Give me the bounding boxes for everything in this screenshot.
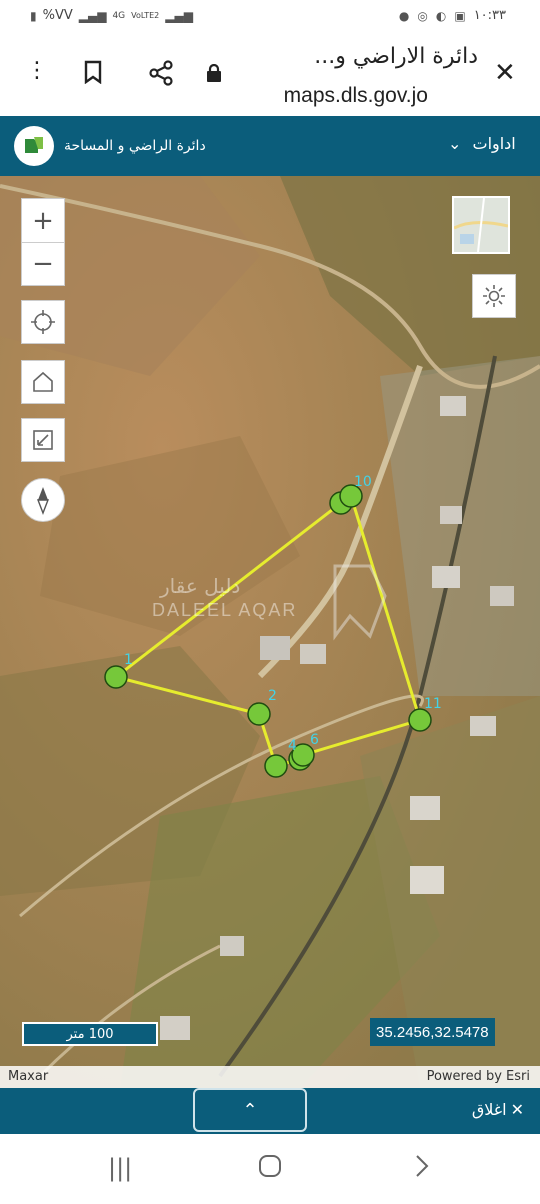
attribution-powered-by[interactable]: Powered by Esri <box>427 1069 530 1084</box>
zoom-in-button[interactable]: + <box>21 198 65 242</box>
department-name: دائرة الراضي و المساحة <box>64 138 206 154</box>
daylight-button[interactable] <box>472 274 516 318</box>
measure-icon <box>33 430 53 450</box>
notification-icon: ◎ <box>417 8 428 23</box>
measure-button[interactable] <box>21 418 65 462</box>
home-icon <box>33 371 53 392</box>
satellite-imagery <box>0 176 540 1088</box>
point-label-4: 4 <box>288 738 297 754</box>
recent-apps-icon[interactable]: ||| <box>108 1154 132 1182</box>
close-panel-label: اغلاق <box>471 1100 507 1119</box>
status-left: ▮ %VV ▂▄▆ 4G VoLTE2 ▂▄▆ <box>30 8 193 23</box>
watermark-latin: DALEEL AQAR <box>152 600 298 620</box>
home-nav-icon[interactable] <box>258 1154 282 1184</box>
clock: ١٠:٣٣ <box>473 8 506 23</box>
bottom-panel-bar: ⌃ ✕ اغلاق <box>0 1088 540 1134</box>
coordinates-text: 35.2456,32.5478 <box>376 1023 489 1041</box>
status-right: ● ◎ ◐ ▣ ١٠:٣٣ <box>399 8 506 23</box>
close-tab-icon[interactable]: ✕ <box>494 60 516 86</box>
chevron-down-icon: ⌄ <box>448 134 462 153</box>
tools-menu[interactable]: اداوات ⌄ <box>448 134 516 153</box>
share-icon[interactable] <box>148 60 174 91</box>
zoom-out-button[interactable]: − <box>21 242 65 286</box>
point-label-6: 6 <box>310 732 319 748</box>
close-panel-button[interactable]: ✕ اغلاق <box>472 1100 524 1119</box>
signal-icon-2: ▂▄▆ <box>165 8 193 23</box>
app-header: دائرة الراضي و المساحة اداوات ⌄ <box>0 116 540 176</box>
compass-icon <box>36 487 50 515</box>
network-type: 4G <box>112 10 126 21</box>
locate-button[interactable] <box>21 300 65 344</box>
lock-icon <box>206 63 222 87</box>
scale-bar: 100 متر <box>22 1022 158 1046</box>
call-icon: ◐ <box>435 8 447 23</box>
home-button[interactable] <box>21 360 65 404</box>
network-type-2: VoLTE2 <box>131 11 160 20</box>
minus-icon: − <box>32 249 54 279</box>
back-icon[interactable] <box>414 1154 430 1184</box>
tools-label: اداوات <box>472 134 516 153</box>
url-text[interactable]: maps.dls.gov.jo <box>284 84 428 108</box>
point-label-1: 1 <box>124 652 133 668</box>
dls-logo-icon <box>14 126 54 166</box>
sun-icon <box>483 285 505 307</box>
browser-toolbar: ⋮ دائرة الاراضي و... maps.dls.gov.jo ✕ <box>0 34 540 116</box>
dot-icon: ● <box>398 8 410 23</box>
signal-icon: ▂▄▆ <box>78 8 107 23</box>
map-attribution: Maxar Powered by Esri <box>0 1066 540 1088</box>
basemap-toggle[interactable] <box>452 196 510 254</box>
map-view[interactable]: 1 2 4 6 10 11 دليل عقار DALEEL AQAR + − … <box>0 176 540 1088</box>
app-brand: دائرة الراضي و المساحة <box>14 126 206 166</box>
point-label-2: 2 <box>268 688 277 704</box>
coordinates-readout: 35.2456,32.5478 <box>370 1018 495 1046</box>
point-label-11: 11 <box>424 696 442 712</box>
compass-button[interactable] <box>21 478 65 522</box>
basemap-thumbnail-icon <box>453 197 509 253</box>
attribution-provider: Maxar <box>8 1069 49 1084</box>
plus-icon: + <box>32 205 54 236</box>
system-nav-bar: ||| <box>0 1134 540 1204</box>
watermark-arabic: دليل عقار <box>160 574 241 598</box>
scale-label: 100 متر <box>66 1026 114 1042</box>
point-label-10: 10 <box>354 474 372 490</box>
chevron-up-icon: ⌃ <box>242 1099 258 1121</box>
bookmark-icon[interactable] <box>82 60 104 89</box>
page-title: دائرة الاراضي و... <box>314 44 478 69</box>
crosshair-icon <box>31 310 55 334</box>
close-panel-icon: ✕ <box>510 1100 524 1119</box>
more-options-icon[interactable]: ⋮ <box>26 60 48 82</box>
battery-icon: ▮ <box>30 8 37 23</box>
battery-percent: %VV <box>42 8 73 23</box>
expand-panel-button[interactable]: ⌃ <box>193 1088 307 1132</box>
gallery-icon: ▣ <box>454 8 466 23</box>
status-bar: ▮ %VV ▂▄▆ 4G VoLTE2 ▂▄▆ ● ◎ ◐ ▣ ١٠:٣٣ <box>0 0 540 34</box>
